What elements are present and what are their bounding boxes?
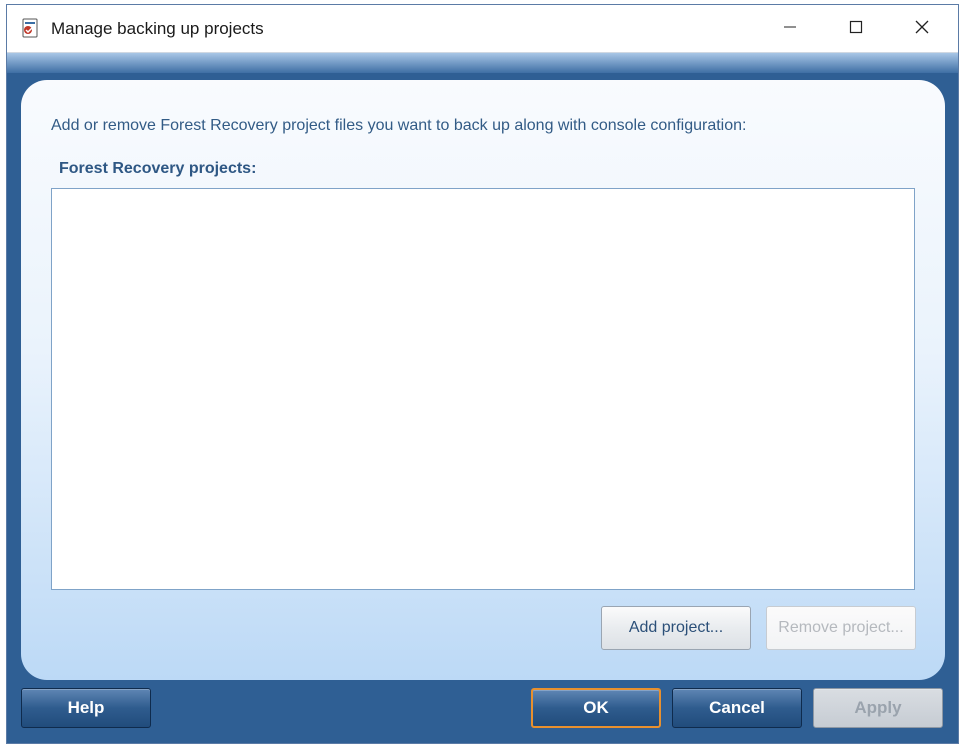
close-button[interactable] [899, 11, 945, 47]
content-panel: Add or remove Forest Recovery project fi… [21, 80, 945, 680]
ok-button[interactable]: OK [531, 688, 661, 728]
minimize-icon [783, 20, 797, 39]
instructions-text: Add or remove Forest Recovery project fi… [51, 117, 747, 134]
help-button[interactable]: Help [21, 688, 151, 728]
app-icon [19, 17, 41, 39]
minimize-button[interactable] [767, 11, 813, 47]
apply-button[interactable]: Apply [813, 688, 943, 728]
window-title: Manage backing up projects [51, 19, 264, 38]
close-icon [914, 19, 930, 40]
header-accent [7, 53, 958, 73]
maximize-icon [849, 20, 863, 39]
cancel-button[interactable]: Cancel [672, 688, 802, 728]
projects-list[interactable] [51, 188, 915, 590]
maximize-button[interactable] [833, 11, 879, 47]
add-project-button[interactable]: Add project... [601, 606, 751, 650]
remove-project-button[interactable]: Remove project... [766, 606, 916, 650]
projects-list-label: Forest Recovery projects: [59, 160, 257, 177]
dialog-window: Manage backing up projects Add or remove… [6, 4, 959, 744]
title-bar: Manage backing up projects [7, 5, 958, 53]
